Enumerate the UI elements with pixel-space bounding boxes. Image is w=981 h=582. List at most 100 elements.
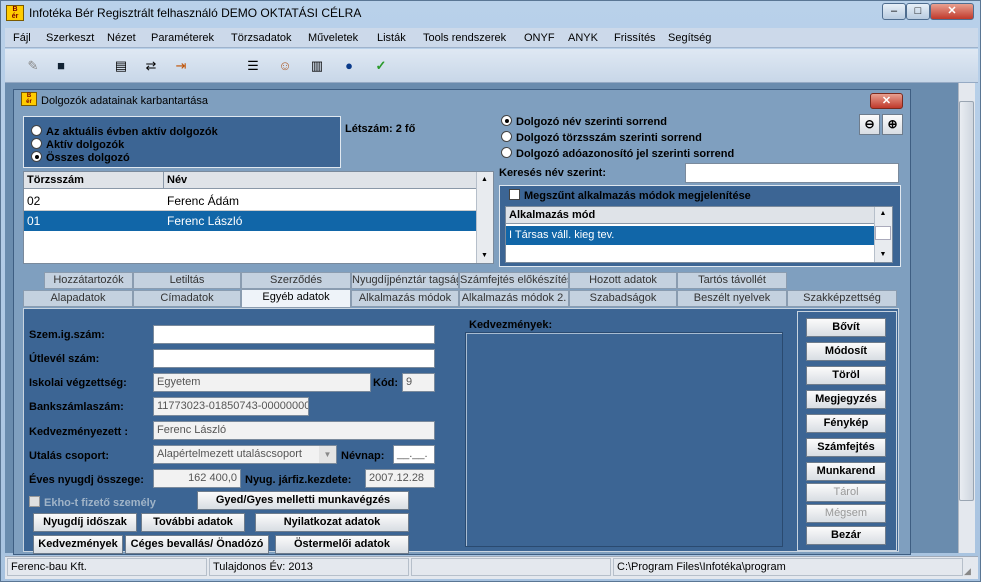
filter-option-active[interactable]: Aktív dolgozók: [31, 138, 124, 151]
sort-by-taxid[interactable]: Dolgozó adóazonosító jel szerinti sorren…: [501, 147, 734, 160]
radio-button-selected[interactable]: [31, 151, 42, 162]
menu-segitseg[interactable]: Segítség: [668, 32, 711, 44]
megjegyzes-button[interactable]: Megjegyzés: [806, 390, 886, 409]
table-row-selected[interactable]: [24, 211, 476, 231]
bovit-button[interactable]: Bővít: [806, 318, 886, 337]
zoom-in-icon[interactable]: ⊕: [882, 114, 903, 135]
tab-tartos-tavollet[interactable]: Tartós távollét: [677, 272, 787, 289]
child-close-button[interactable]: ✕: [870, 93, 903, 109]
edit-icon[interactable]: ✎: [23, 56, 43, 76]
zoom-out-icon[interactable]: ⊖: [859, 114, 880, 135]
radio-button[interactable]: [31, 125, 42, 136]
szem-ig-field[interactable]: [153, 325, 435, 344]
maximize-button[interactable]: □: [906, 3, 930, 20]
utalas-select[interactable]: Alapértelmezett utaláscsoport: [153, 445, 337, 464]
radio-button[interactable]: [501, 147, 512, 158]
chevron-down-icon[interactable]: ▼: [319, 446, 336, 463]
filter-option-all[interactable]: Összes dolgozó: [31, 151, 130, 164]
ekho-checkbox[interactable]: Ekho-t fizető személy: [29, 496, 156, 509]
tab-nyugdijpenztar[interactable]: Nyugdíjpénztár tagság: [351, 272, 459, 289]
menu-listak[interactable]: Listák: [377, 32, 406, 44]
torol-button[interactable]: Töröl: [806, 366, 886, 385]
filter-option-current-year[interactable]: Az aktuális évben aktív dolgozók: [31, 125, 218, 138]
szamfejtes-button[interactable]: Számfejtés: [806, 438, 886, 457]
show-terminated-checkbox[interactable]: Megszűnt alkalmazás módok megjelenítése: [509, 189, 751, 202]
nevnap-field[interactable]: __.__.: [393, 445, 435, 464]
kod-field[interactable]: 9: [402, 373, 435, 392]
save-icon[interactable]: ■: [51, 56, 71, 76]
checkbox[interactable]: [509, 189, 520, 200]
tab-szamfejtes-elokeszites[interactable]: Számfejtés előkészítés: [459, 272, 569, 289]
print-preview-icon[interactable]: ▤: [111, 56, 131, 76]
scroll-up-icon[interactable]: ▲: [476, 174, 493, 186]
person-icon[interactable]: ☺: [275, 56, 295, 76]
close-button[interactable]: ✕: [930, 3, 974, 20]
iskolai-field[interactable]: Egyetem: [153, 373, 371, 392]
document-icon[interactable]: ▥: [307, 56, 327, 76]
list-icon[interactable]: ☰: [243, 56, 263, 76]
scroll-down-icon[interactable]: ▼: [476, 250, 493, 262]
menu-nezet[interactable]: Nézet: [107, 32, 136, 44]
column-header-employment-mode[interactable]: Alkalmazás mód: [506, 207, 874, 224]
kedvezmenyek-button[interactable]: Kedvezmények: [33, 535, 123, 554]
tab-egyeb-adatok[interactable]: Egyéb adatok: [241, 289, 351, 308]
radio-button[interactable]: [501, 131, 512, 142]
table-row[interactable]: [24, 191, 476, 211]
megsem-button[interactable]: Mégsem: [806, 504, 886, 523]
menu-tools[interactable]: Tools rendszerek: [423, 32, 506, 44]
menu-torzsadatok[interactable]: Törzsadatok: [231, 32, 292, 44]
tab-szerzodes[interactable]: Szerződés: [241, 272, 351, 289]
minimize-button[interactable]: –: [882, 3, 906, 20]
bank-account-field[interactable]: 11773023-01850743-00000000: [153, 397, 309, 416]
tab-cimadatok[interactable]: Címadatok: [133, 290, 241, 307]
tab-alkalmazas-modok-2[interactable]: Alkalmazás módok 2.: [459, 290, 569, 307]
tab-alapadatok[interactable]: Alapadatok: [23, 290, 133, 307]
fenykep-button[interactable]: Fénykép: [806, 414, 886, 433]
tab-szabadsagok[interactable]: Szabadságok: [569, 290, 677, 307]
refresh-icon[interactable]: ⇄: [141, 56, 161, 76]
ostermeloi-adatok-button[interactable]: Östermelői adatok: [275, 535, 409, 554]
kedvezmenyezett-field[interactable]: Ferenc László: [153, 421, 435, 440]
tab-alkalmazas-modok[interactable]: Alkalmazás módok: [351, 290, 459, 307]
menu-szerkeszt[interactable]: Szerkeszt: [46, 32, 94, 44]
radio-button[interactable]: [31, 138, 42, 149]
sort-by-id[interactable]: Dolgozó törzsszám szerinti sorrend: [501, 131, 702, 144]
exit-icon[interactable]: ⇥: [171, 56, 191, 76]
checkmark-icon[interactable]: ✓: [371, 56, 391, 76]
tab-hozott-adatok[interactable]: Hozott adatok: [569, 272, 677, 289]
nyugdij-idoszak-button[interactable]: Nyugdíj időszak: [33, 513, 137, 532]
utlevel-field[interactable]: [153, 349, 435, 368]
mdi-scroll-thumb[interactable]: [959, 101, 974, 501]
checkbox[interactable]: [29, 496, 40, 507]
globe-icon[interactable]: ●: [339, 56, 359, 76]
column-header-id[interactable]: Törzsszám: [24, 172, 164, 189]
sort-by-name[interactable]: Dolgozó név szerinti sorrend: [501, 115, 667, 128]
menu-frissites[interactable]: Frissítés: [614, 32, 656, 44]
menu-anyk[interactable]: ANYK: [568, 32, 598, 44]
tab-beszelt-nyelvek[interactable]: Beszélt nyelvek: [677, 290, 787, 307]
table-row-selected[interactable]: I Társas váll. kieg tev.: [506, 226, 874, 245]
tovabbi-adatok-button[interactable]: További adatok: [141, 513, 245, 532]
nyilatkozat-adatok-button[interactable]: Nyilatkozat adatok: [255, 513, 409, 532]
kedvezmenyek-list[interactable]: [465, 332, 783, 547]
ceges-bevallas-button[interactable]: Céges bevallás/ Önadózó: [125, 535, 269, 554]
scroll-up-icon[interactable]: ▲: [874, 208, 892, 220]
column-header-name[interactable]: Név: [164, 172, 476, 189]
tab-hozzatartozok[interactable]: Hozzátartozók: [44, 272, 133, 289]
gyed-gyes-button[interactable]: Gyed/Gyes melletti munkavégzés: [197, 491, 409, 510]
tarol-button[interactable]: Tárol: [806, 483, 886, 502]
scroll-thumb[interactable]: [875, 226, 891, 240]
radio-button-selected[interactable]: [501, 115, 512, 126]
search-input[interactable]: [685, 163, 899, 183]
tab-letiltas[interactable]: Letiltás: [133, 272, 241, 289]
menu-onyf[interactable]: ONYF: [524, 32, 555, 44]
menu-parameterek[interactable]: Paraméterek: [151, 32, 214, 44]
jarfiz-field[interactable]: 2007.12.28: [365, 469, 435, 488]
modosit-button[interactable]: Módosít: [806, 342, 886, 361]
scroll-down-icon[interactable]: ▼: [874, 249, 892, 261]
resize-grip-icon[interactable]: ◢: [964, 566, 971, 577]
menu-fajl[interactable]: Fájl: [13, 32, 31, 44]
bezar-button[interactable]: Bezár: [806, 526, 886, 545]
munkarend-button[interactable]: Munkarend: [806, 462, 886, 481]
tab-szakkepzettseg[interactable]: Szakképzettség: [787, 290, 897, 307]
